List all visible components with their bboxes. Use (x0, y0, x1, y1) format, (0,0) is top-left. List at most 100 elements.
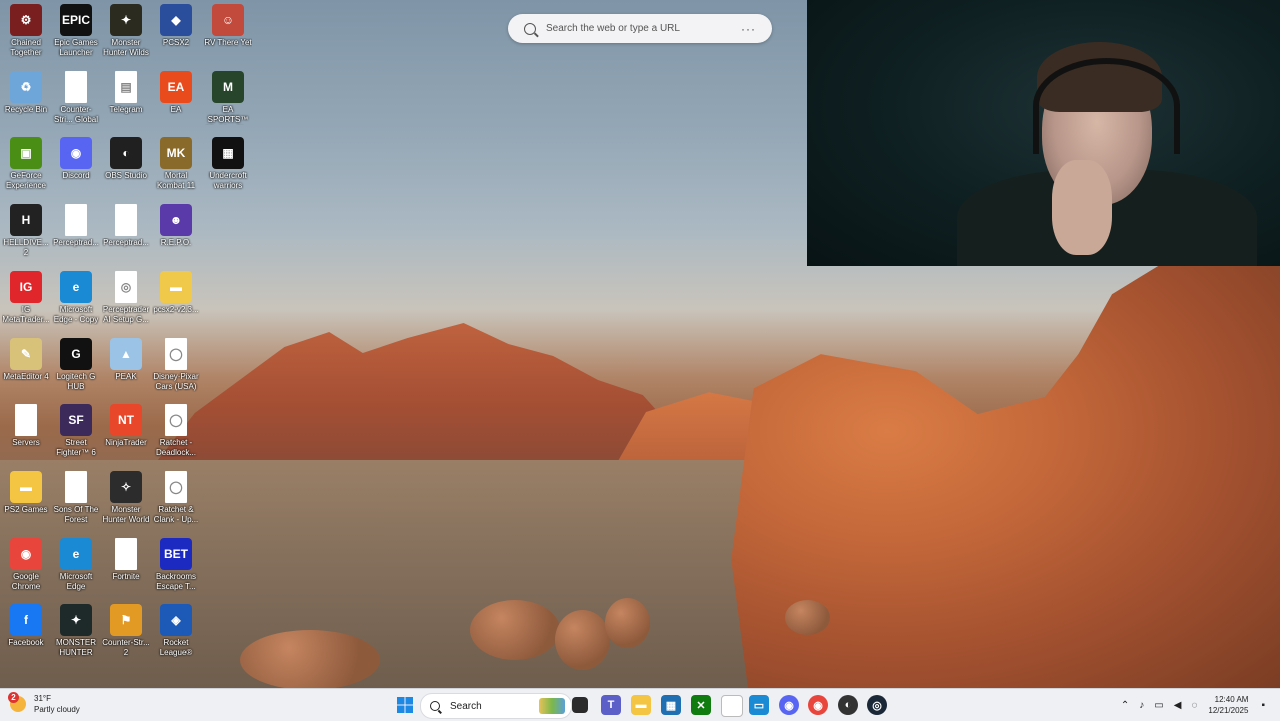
browser-search-widget[interactable]: Search the web or type a URL ··· (508, 14, 772, 43)
desktop-icon[interactable]: ✧ Monster Hunter World (102, 470, 150, 525)
app-icon: ✧ (110, 470, 142, 503)
desktop-icon[interactable]: H HELLDIVE... 2 (2, 204, 50, 258)
desktop-icon-label: Telegram (109, 104, 143, 114)
chrome-icon[interactable]: ◉ (808, 695, 828, 715)
discord-icon[interactable]: ◉ (779, 695, 799, 715)
app-icon: ▦ (212, 137, 244, 170)
notification-bell-icon[interactable]: ▪ (1261, 700, 1265, 711)
app-icon: ◆ (160, 4, 192, 36)
remote-desktop-icon[interactable]: ▭ (749, 695, 769, 715)
desktop-icon-label: Mortal Kombat 11 (156, 171, 196, 191)
wallpaper-rock (555, 610, 610, 670)
app-icon: ▲ (110, 337, 142, 370)
webcam-overlay (807, 0, 1280, 266)
more-options-icon[interactable]: ··· (741, 22, 756, 36)
desktop-icon[interactable]: ☻ R.E.P.O. (152, 204, 200, 248)
microphone-icon[interactable]: ♪ (1139, 700, 1144, 711)
desktop-icon[interactable]: Servers (2, 404, 50, 448)
network-icon[interactable]: ▭ (1154, 700, 1163, 711)
app-icon (15, 404, 37, 437)
app-icon: ✎ (10, 337, 42, 370)
desktop-icon[interactable]: MEA SPORTS™ Madden N... (204, 70, 252, 125)
desktop-icon[interactable]: e Microsoft Edge - Copy (52, 270, 100, 325)
taskbar-search-label: Search (450, 700, 482, 712)
desktop-icon[interactable]: G Logitech G HUB (52, 337, 100, 392)
chevron-up-icon[interactable]: ⌃ (1121, 700, 1129, 711)
desktop-icon-label: Ratchet & Clank - Up... (153, 504, 199, 524)
desktop-icon[interactable]: NT NinjaTrader (102, 404, 150, 448)
desktop-icon[interactable]: Counter-Stri... Global Offe... (52, 70, 100, 125)
desktop-icon[interactable]: IG IG MetaTrader... (2, 270, 50, 325)
desktop-icon[interactable]: SF Street Fighter™ 6 (52, 404, 100, 458)
wallpaper-rock (605, 598, 650, 648)
desktop-icon[interactable]: ✦ Monster Hunter Wilds (102, 4, 150, 58)
obs-icon[interactable]: ◐ (838, 695, 858, 715)
app-icon: ◉ (60, 137, 92, 170)
app-icon: G (60, 337, 92, 370)
desktop-icon[interactable]: ⚑ Counter-Str... 2 (102, 604, 150, 658)
desktop-icon[interactable]: ▬ PS2 Games (2, 470, 50, 515)
app-icon (115, 537, 137, 570)
teams-icon[interactable]: T (601, 695, 621, 715)
search-icon (524, 22, 536, 35)
desktop-icon[interactable]: Fortnite (102, 537, 150, 582)
desktop-icon-label: Fortnite (112, 571, 140, 581)
desktop-icon[interactable]: EPIC Epic Games Launcher (52, 4, 100, 58)
desktop-icon[interactable]: Sons Of The Forest (52, 470, 100, 525)
desktop-icon[interactable]: ▬ pcsx2-v2.3... (152, 270, 200, 315)
search-placeholder[interactable]: Search the web or type a URL (546, 23, 741, 34)
desktop-icon[interactable]: ◯ Ratchet & Clank - Up... (152, 470, 200, 525)
desktop-icon-label: Rocket League® (159, 638, 193, 658)
desktop-icon[interactable]: Perceptrad... (52, 204, 100, 248)
desktop-icon[interactable]: ☺ RV There Yet (204, 4, 252, 48)
file-explorer-icon[interactable]: ▬ (631, 695, 651, 715)
desktop-icon[interactable]: MK Mortal Kombat 11 (152, 137, 200, 191)
taskbar-search[interactable]: Search (420, 693, 572, 719)
task-view-icon[interactable] (572, 697, 588, 713)
desktop-icon-label: PEAK (115, 371, 137, 381)
desktop-icon-label: Microsoft Edge (59, 571, 93, 591)
desktop-icon[interactable]: ✎ MetaEditor 4 (2, 337, 50, 382)
wallpaper-rock (470, 600, 560, 660)
steam-icon[interactable]: ◎ (867, 695, 887, 715)
app-icon: ◎ (115, 270, 137, 303)
desktop-icon[interactable]: ◯ Ratchet - Deadlock... (152, 404, 200, 458)
desktop-icon[interactable]: ◈ Rocket League® (152, 604, 200, 658)
desktop-icon[interactable]: EA EA (152, 70, 200, 115)
desktop-icon[interactable]: ▤ Telegram (102, 70, 150, 115)
battery-icon[interactable]: ◌ (1191, 700, 1197, 711)
desktop-icon[interactable]: ⚙ Chained Together (2, 4, 50, 58)
desktop-icon[interactable]: ◯ Disney·Pixar Cars (USA) (152, 337, 200, 392)
microsoft-store-icon[interactable]: ▦ (661, 695, 681, 715)
desktop-icon[interactable]: ▣ GeForce Experience (2, 137, 50, 191)
desktop-icon-label: Monster Hunter Wilds (103, 38, 149, 57)
app-icon: SF (60, 404, 92, 437)
clock[interactable]: 12:40 AM 12/21/2025 (1208, 694, 1248, 716)
desktop-icon[interactable]: ◉ Google Chrome (2, 537, 50, 592)
desktop-icon[interactable]: ◐ OBS Studio (102, 137, 150, 181)
app-icon: EPIC (60, 4, 92, 36)
app-icon: NT (110, 404, 142, 437)
desktop-icon[interactable]: ◎ Perceptrader AI Setup G... (102, 270, 150, 325)
app-icon: H (10, 204, 42, 237)
desktop-icon[interactable]: ✦MONSTER HUNTER RI... (52, 604, 100, 658)
desktop-icon-label: IG MetaTrader... (2, 304, 50, 324)
desktop-icon[interactable]: ◉ Discord (52, 137, 100, 181)
app-icon: ▣ (10, 137, 42, 170)
app-icon: ⚙ (10, 4, 42, 36)
desktop-icon-label: PCSX2 (162, 38, 190, 47)
desktop-icon[interactable]: e Microsoft Edge (52, 537, 100, 592)
volume-icon[interactable]: ◀ (1174, 700, 1182, 711)
document-icon[interactable] (721, 695, 743, 717)
xbox-icon[interactable]: ✕ (691, 695, 711, 715)
desktop-icon[interactable]: ◆ PCSX2 (152, 4, 200, 48)
desktop-icon[interactable]: Perceptrad... (102, 204, 150, 248)
start-button[interactable] (395, 695, 415, 715)
desktop-icon[interactable]: ▦ Undercroft warriors (204, 137, 252, 191)
weather-widget[interactable]: 2 31°F Partly cloudy (8, 692, 80, 715)
desktop-icon[interactable]: BET Backrooms Escape T... (152, 537, 200, 592)
desktop-icon[interactable]: ▲ PEAK (102, 337, 150, 382)
desktop-icon[interactable]: ♻ Recycle Bin (2, 70, 50, 115)
wallpaper-rock (785, 600, 830, 635)
desktop-icon[interactable]: f Facebook (2, 604, 50, 648)
